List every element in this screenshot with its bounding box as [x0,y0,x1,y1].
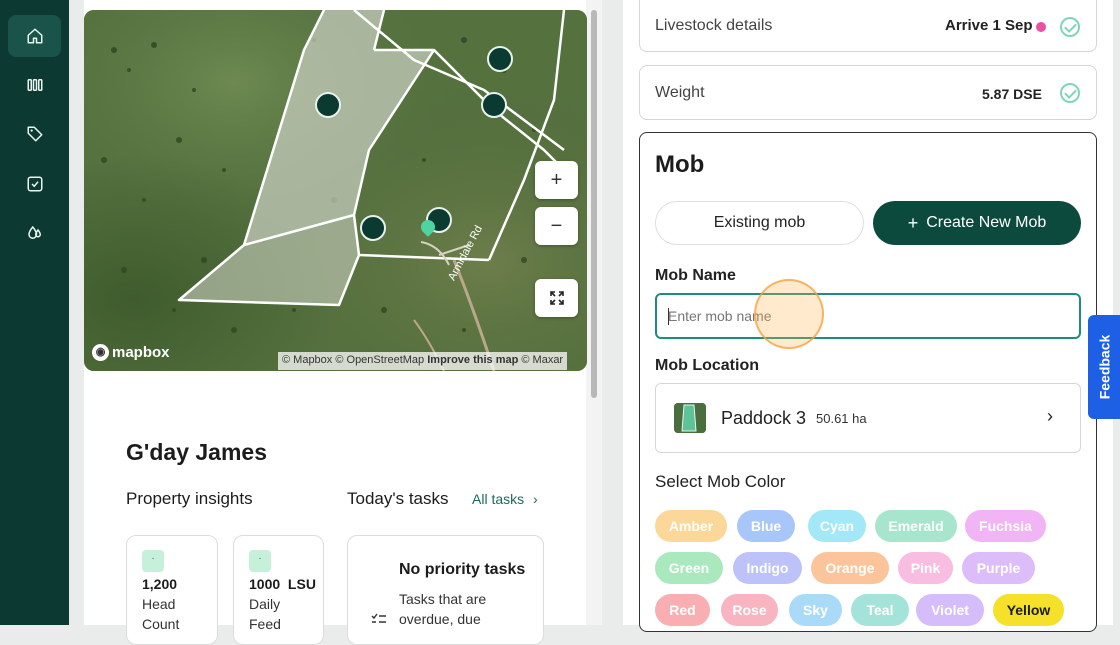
stat-badge: · [142,550,164,572]
stat-label: Daily [249,596,281,612]
paddock-area: 50.61 ha [816,411,867,426]
color-chip-orange[interactable]: Orange [811,552,889,584]
feedback-tab[interactable]: Feedback [1088,315,1120,419]
gate-marker-icon[interactable] [360,215,386,241]
map-attribution: © Mapbox © OpenStreetMap Improve this ma… [278,352,568,370]
drops-icon [27,225,41,239]
zoom-out-button[interactable]: − [535,207,578,245]
check-circle-icon [1060,83,1080,103]
stat-label: Head [142,596,176,612]
weight-label: Weight [655,84,705,101]
attribution-text[interactable]: © Mapbox © OpenStreetMap [282,354,424,366]
sidebar-item-home[interactable] [8,15,61,57]
color-chip-violet[interactable]: Violet [916,594,984,626]
farm-map[interactable]: Armidale Rd [84,10,587,371]
all-tasks-label: All tasks [472,491,525,507]
sidebar-item-tasks[interactable] [8,163,61,205]
mob-section-title: Mob [655,151,705,178]
checklist-icon [371,613,386,623]
gate-marker-icon[interactable] [487,46,513,72]
tasks-icon [27,176,42,192]
mapbox-icon: ◉ [92,344,109,361]
sidebar [0,0,69,625]
mob-name-input[interactable] [655,293,1081,339]
sidebar-item-livestock[interactable] [8,113,61,155]
stat-label: Count [142,616,180,632]
mob-name-label: Mob Name [655,267,736,284]
plus-icon: + [907,212,919,233]
paddock-thumbnail-icon [674,403,706,433]
zoom-in-button[interactable]: + [535,161,578,199]
expand-icon [549,291,564,305]
color-chip-amber[interactable]: Amber [655,510,727,542]
color-chip-rose[interactable]: Rose [721,594,778,626]
mapbox-wordmark: mapbox [112,344,170,361]
color-chip-yellow[interactable]: Yellow [993,594,1064,626]
color-chip-red[interactable]: Red [655,594,710,626]
tag-icon [27,126,42,142]
color-chip-green[interactable]: Green [655,552,723,584]
mapbox-logo[interactable]: ◉ mapbox [92,344,170,361]
all-tasks-link[interactable]: All tasks › [472,491,538,507]
stat-value: 1,200 [142,576,178,592]
sidebar-item-paddocks[interactable] [8,64,61,106]
livestock-details-value: Arrive 1 Sep [945,17,1033,34]
fullscreen-button[interactable] [535,279,578,317]
select-mob-color-label: Select Mob Color [655,472,786,491]
check-circle-icon [1060,17,1080,37]
no-tasks-text: Tasks that are [399,591,487,607]
weight-value: 5.87 DSE [982,86,1042,102]
no-tasks-title: No priority tasks [399,561,526,578]
color-chip-pink[interactable]: Pink [898,552,953,584]
paddock-name: Paddock 3 [721,408,807,428]
create-new-mob-button[interactable]: + Create New Mob [873,201,1081,245]
livestock-details-label: Livestock details [655,17,773,34]
trough-marker-icon[interactable] [315,92,341,118]
existing-mob-button[interactable]: Existing mob [655,201,864,245]
improve-map-link[interactable]: Improve this map [427,354,518,366]
background-gutter [69,0,84,625]
chevron-right-icon: › [1047,406,1053,426]
color-chip-purple[interactable]: Purple [962,552,1035,584]
weight-row[interactable]: Weight 5.87 DSE [639,65,1097,120]
stat-value: 1000 LSU [249,576,316,592]
chevron-right-icon: › [533,491,538,507]
attribution-maxar[interactable]: © Maxar [521,354,563,366]
color-chip-fuchsia[interactable]: Fuchsia [965,510,1046,542]
color-chip-cyan[interactable]: Cyan [808,510,866,542]
mob-location-selector[interactable] [655,383,1081,453]
home-icon [27,28,42,44]
feedback-label: Feedback [1096,334,1112,400]
todays-tasks-heading: Today's tasks [347,489,449,508]
color-chip-emerald[interactable]: Emerald [875,510,957,542]
greeting-heading: G'day James [126,439,267,465]
color-chip-blue[interactable]: Blue [737,510,795,542]
livestock-details-row[interactable]: Livestock details Arrive 1 Sep [639,0,1097,52]
stat-badge: · [249,550,271,572]
property-insights-heading: Property insights [126,489,253,508]
text-caret [668,308,669,325]
tasks-card [347,535,544,645]
mob-location-label: Mob Location [655,357,759,374]
background-gutter [602,0,623,625]
create-new-mob-label: Create New Mob [926,214,1047,231]
status-dot [1036,22,1046,32]
color-chip-indigo[interactable]: Indigo [733,552,802,584]
color-chip-teal[interactable]: Teal [851,594,909,626]
gate-marker-icon[interactable] [481,92,507,118]
stat-label: Feed [249,616,281,632]
click-indicator [754,279,824,349]
scrollbar-thumb[interactable] [591,10,597,398]
sidebar-item-water[interactable] [8,212,61,254]
color-chip-sky[interactable]: Sky [789,594,842,626]
grid-icon [27,79,42,91]
